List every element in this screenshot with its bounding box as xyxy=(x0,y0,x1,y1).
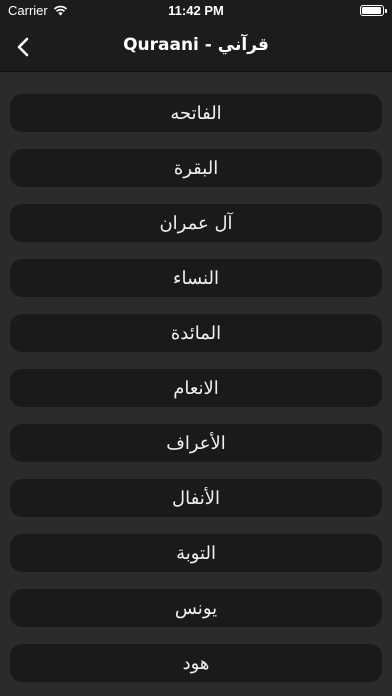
status-bar: Carrier 11:42 PM xyxy=(0,0,392,22)
surah-label: هود xyxy=(182,652,210,674)
surah-label: البقرة xyxy=(173,157,219,179)
surah-item-al-anfal[interactable]: الأنفال xyxy=(10,479,382,517)
surah-list: الفاتحه البقرة آل عمران النساء المائدة ا… xyxy=(0,72,392,696)
surah-item-al-baqarah[interactable]: البقرة xyxy=(10,149,382,187)
surah-item-al-imran[interactable]: آل عمران xyxy=(10,204,382,242)
surah-label: الأعراف xyxy=(166,432,226,454)
surah-item-yunus[interactable]: يونس xyxy=(10,589,382,627)
surah-label: التوبة xyxy=(176,542,216,564)
surah-label: المائدة xyxy=(170,322,222,344)
surah-item-hud[interactable]: هود xyxy=(10,644,382,682)
page-title: Quraani - قرآني xyxy=(123,35,269,55)
surah-item-al-maidah[interactable]: المائدة xyxy=(10,314,382,352)
surah-label: الفاتحه xyxy=(170,102,222,124)
surah-label: الأنفال xyxy=(172,487,220,509)
surah-item-an-nisa[interactable]: النساء xyxy=(10,259,382,297)
status-time: 11:42 PM xyxy=(168,3,224,18)
surah-label: آل عمران xyxy=(159,212,233,234)
surah-item-al-anam[interactable]: الانعام xyxy=(10,369,382,407)
surah-label: الانعام xyxy=(173,377,219,399)
surah-label: النساء xyxy=(173,267,219,289)
surah-label: يونس xyxy=(174,597,218,619)
surah-item-al-fatiha[interactable]: الفاتحه xyxy=(10,94,382,132)
battery-icon xyxy=(360,5,387,16)
surah-item-at-tawbah[interactable]: التوبة xyxy=(10,534,382,572)
surah-item-al-araf[interactable]: الأعراف xyxy=(10,424,382,462)
navigation-bar: Quraani - قرآني xyxy=(0,22,392,72)
